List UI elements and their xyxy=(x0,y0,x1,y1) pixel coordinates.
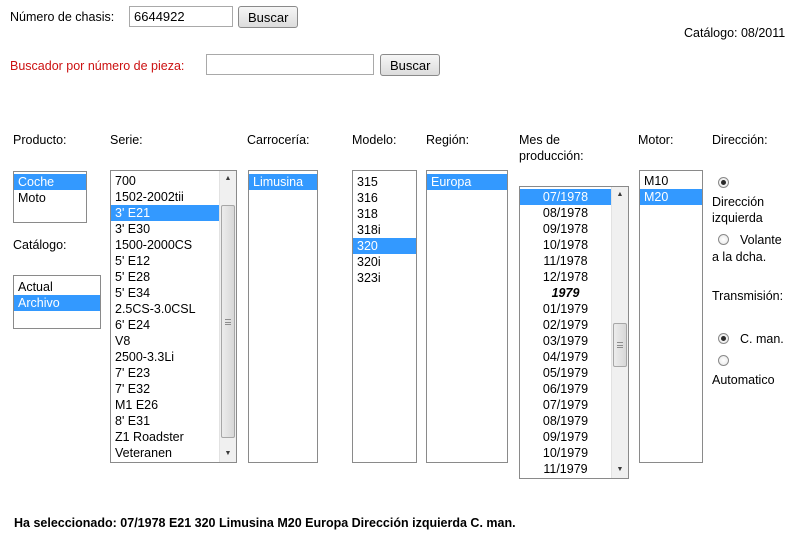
transmision-header: Transmisión: xyxy=(712,289,784,303)
serie-scrollbar[interactable]: ▲ ▼ xyxy=(219,171,236,462)
region-option[interactable]: Europa xyxy=(427,174,507,190)
modelo-option[interactable]: 318i xyxy=(353,222,416,238)
modelo-header: Modelo: xyxy=(352,133,397,147)
mes-option[interactable]: 07/1978 xyxy=(520,189,611,205)
mes-option[interactable]: 12/1978 xyxy=(520,269,611,285)
modelo-option[interactable]: 320 xyxy=(353,238,416,254)
catalogo-option[interactable]: Actual xyxy=(14,279,100,295)
catalogo-option[interactable]: Archivo xyxy=(14,295,100,311)
motor-header: Motor: xyxy=(638,133,674,147)
serie-option[interactable]: 7' E23 xyxy=(111,365,236,381)
serie-option[interactable]: 1502-2002tii xyxy=(111,189,236,205)
mes-produccion-listbox[interactable]: 07/1978 08/1978 09/1978 10/1978 11/1978 12/19… xyxy=(519,186,629,479)
serie-option[interactable]: 6' E24 xyxy=(111,317,236,333)
serie-option[interactable]: M1 E26 xyxy=(111,397,236,413)
scroll-down-arrow-icon[interactable]: ▼ xyxy=(220,446,236,462)
chassis-number-input[interactable] xyxy=(129,6,233,27)
mes-header-line1: Mes de xyxy=(519,133,560,147)
part-search-label: Buscador por número de pieza: xyxy=(10,59,185,73)
serie-option[interactable]: Z1 Roadster xyxy=(111,429,236,445)
mes-header-line2: producción: xyxy=(519,149,584,163)
serie-option[interactable]: 5' E28 xyxy=(111,269,236,285)
serie-header: Serie: xyxy=(110,133,143,147)
direccion-header: Dirección: xyxy=(712,133,768,147)
producto-option[interactable]: Coche xyxy=(14,174,86,190)
selection-summary: Ha seleccionado: 07/1978 E21 320 Limusin… xyxy=(14,516,516,530)
serie-option[interactable]: 5' E12 xyxy=(111,253,236,269)
mes-option[interactable]: 07/1979 xyxy=(520,397,611,413)
mes-group-header: 1979 xyxy=(551,286,580,300)
mes-option[interactable]: 05/1979 xyxy=(520,365,611,381)
carroceria-option[interactable]: Limusina xyxy=(249,174,317,190)
producto-option[interactable]: Moto xyxy=(14,190,86,206)
serie-listbox[interactable]: 700 1502-2002tii 3' E21 3' E30 1500-2000CS 5'… xyxy=(110,170,237,463)
serie-option[interactable]: 3' E21 xyxy=(111,205,236,221)
mes-option[interactable]: 01/1979 xyxy=(520,301,611,317)
volante-dcha-label-line2: a la dcha. xyxy=(712,250,767,264)
serie-option[interactable]: 5' E34 xyxy=(111,285,236,301)
mes-option[interactable]: 08/1979 xyxy=(520,413,611,429)
region-header: Región: xyxy=(426,133,470,147)
cambio-manual-radio[interactable] xyxy=(718,333,729,344)
modelo-option[interactable]: 316 xyxy=(353,190,416,206)
mes-option[interactable]: 08/1978 xyxy=(520,205,611,221)
catalogo-header: Catálogo: xyxy=(13,238,67,252)
motor-listbox[interactable]: M10 M20 xyxy=(639,170,703,463)
region-listbox[interactable]: Europa xyxy=(426,170,508,463)
mes-option[interactable]: 04/1979 xyxy=(520,349,611,365)
serie-option[interactable]: 2.5CS-3.0CSL xyxy=(111,301,236,317)
mes-option[interactable]: 03/1979 xyxy=(520,333,611,349)
serie-option[interactable]: 700 xyxy=(111,173,236,189)
scroll-up-arrow-icon[interactable]: ▲ xyxy=(220,171,236,187)
mes-option[interactable]: 10/1979 xyxy=(520,445,611,461)
catalog-version: Catálogo: 08/2011 xyxy=(684,26,786,40)
mes-scrollbar[interactable]: ▲ ▼ xyxy=(611,187,628,478)
automatico-label: Automatico xyxy=(712,373,775,387)
producto-header: Producto: xyxy=(13,133,67,147)
motor-option[interactable]: M20 xyxy=(640,189,702,205)
mes-option[interactable]: 06/1979 xyxy=(520,381,611,397)
carroceria-header: Carrocería: xyxy=(247,133,310,147)
mes-option[interactable]: 11/1979 xyxy=(520,461,611,477)
modelo-option[interactable]: 323i xyxy=(353,270,416,286)
mes-option[interactable]: 11/1978 xyxy=(520,253,611,269)
serie-option[interactable]: Veteranen xyxy=(111,445,236,461)
modelo-option[interactable]: 318 xyxy=(353,206,416,222)
carroceria-listbox[interactable]: Limusina xyxy=(248,170,318,463)
volante-dcha-label-line1: Volante xyxy=(740,233,782,247)
automatico-radio[interactable] xyxy=(718,355,729,366)
serie-option[interactable]: 7' E32 xyxy=(111,381,236,397)
modelo-listbox[interactable]: 315 316 318 318i 320 320i 323i xyxy=(352,170,417,463)
serie-option[interactable]: 1500-2000CS xyxy=(111,237,236,253)
scroll-up-arrow-icon[interactable]: ▲ xyxy=(612,187,628,203)
modelo-option[interactable]: 315 xyxy=(353,174,416,190)
scrollbar-thumb[interactable] xyxy=(613,323,627,367)
modelo-option[interactable]: 320i xyxy=(353,254,416,270)
part-search-button[interactable]: Buscar xyxy=(380,54,441,76)
serie-option[interactable]: 3' E30 xyxy=(111,221,236,237)
mes-option[interactable]: 09/1978 xyxy=(520,221,611,237)
chassis-search-button[interactable]: Buscar xyxy=(238,6,299,28)
mes-option[interactable]: 02/1979 xyxy=(520,317,611,333)
cambio-manual-label: C. man. xyxy=(740,332,784,346)
motor-option[interactable]: M10 xyxy=(640,173,702,189)
part-number-input[interactable] xyxy=(206,54,374,75)
direccion-izquierda-label-line1: Dirección xyxy=(712,195,765,209)
scroll-down-arrow-icon[interactable]: ▼ xyxy=(612,462,628,478)
serie-option[interactable]: V8 xyxy=(111,333,236,349)
producto-listbox[interactable]: Coche Moto xyxy=(13,171,87,223)
mes-option[interactable]: 09/1979 xyxy=(520,429,611,445)
scrollbar-thumb[interactable] xyxy=(221,205,235,438)
direccion-izquierda-label-line2: izquierda xyxy=(712,211,763,225)
chassis-label: Número de chasis: xyxy=(10,10,115,24)
volante-dcha-radio[interactable] xyxy=(718,234,729,245)
catalogo-listbox[interactable]: Actual Archivo xyxy=(13,275,101,329)
mes-option[interactable]: 10/1978 xyxy=(520,237,611,253)
serie-option[interactable]: 8' E31 xyxy=(111,413,236,429)
serie-option[interactable]: 2500-3.3Li xyxy=(111,349,236,365)
direccion-izquierda-radio[interactable] xyxy=(718,177,729,188)
